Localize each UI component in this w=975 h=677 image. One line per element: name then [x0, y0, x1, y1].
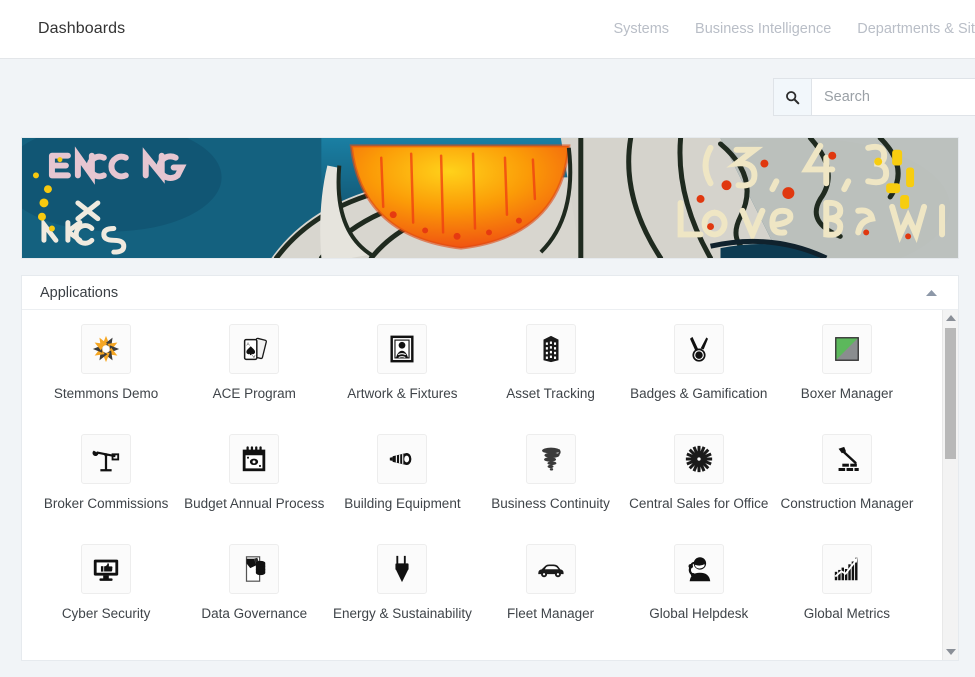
app-label: Fleet Manager — [507, 606, 595, 621]
search-input[interactable] — [812, 79, 975, 115]
app-label: Artwork & Fixtures — [347, 386, 458, 401]
search-row — [0, 59, 975, 132]
app-label: Budget Annual Process — [184, 496, 325, 511]
medal-icon — [673, 324, 724, 374]
app-label: Energy & Sustainability — [333, 606, 472, 621]
playing-cards-icon: A A — [229, 324, 280, 374]
app-tile-central-sales-for-office[interactable]: Central Sales for Office — [625, 434, 773, 544]
scroll-up-button[interactable] — [943, 310, 958, 326]
app-label: Cyber Security — [61, 606, 151, 621]
nav-item-systems[interactable]: Systems — [613, 21, 669, 37]
triangle-down-icon — [945, 649, 956, 655]
search-bar — [773, 78, 975, 116]
app-tile-business-continuity[interactable]: Business Continuity — [477, 434, 625, 544]
app-tile-data-governance[interactable]: Data Governance — [180, 544, 328, 654]
applications-grid: Stemmons Demo A A ACE Program Artwork & … — [22, 310, 939, 654]
app-tile-energy-and-sustainability[interactable]: Energy & Sustainability — [328, 544, 476, 654]
pinwheel-icon — [81, 324, 132, 374]
nav-item-departments-and-site[interactable]: Departments & Site — [857, 21, 975, 37]
car-icon — [525, 544, 576, 594]
app-label: Stemmons Demo — [53, 386, 159, 401]
page-title: Dashboards — [38, 20, 126, 37]
framed-painting-icon — [377, 324, 428, 374]
app-tile-badges-and-gamification[interactable]: Badges & Gamification — [625, 324, 773, 434]
scale-balance-icon — [81, 434, 132, 484]
app-label: Broker Commissions — [43, 496, 169, 511]
bar-chart-trend-icon — [821, 544, 872, 594]
app-label: Boxer Manager — [800, 386, 894, 401]
app-tile-global-metrics[interactable]: Global Metrics — [773, 544, 921, 654]
app-tile-fleet-manager[interactable]: Fleet Manager — [477, 544, 625, 654]
app-label: Data Governance — [201, 606, 308, 621]
app-label: Badges & Gamification — [630, 386, 768, 401]
collapse-panel-button[interactable] — [921, 285, 942, 301]
triangle-up-icon — [945, 315, 956, 321]
green-gray-square-icon — [821, 324, 872, 374]
app-tile-broker-commissions[interactable]: Broker Commissions — [32, 434, 180, 544]
applications-scroll-area[interactable]: Stemmons Demo A A ACE Program Artwork & … — [22, 310, 958, 660]
app-tile-boxer-manager[interactable]: Boxer Manager — [773, 324, 921, 434]
app-tile-stemmons-demo[interactable]: Stemmons Demo — [32, 324, 180, 434]
applications-title: Applications — [40, 284, 119, 301]
applications-card-header: Applications — [22, 276, 958, 310]
power-plug-icon — [377, 544, 428, 594]
gear-sunburst-icon — [673, 434, 724, 484]
duct-pipe-icon — [377, 434, 428, 484]
monitor-thumbsup-icon — [81, 544, 132, 594]
search-button[interactable] — [774, 79, 812, 115]
applications-scrollbar[interactable] — [942, 310, 958, 660]
tornado-icon — [525, 434, 576, 484]
app-label: ACE Program — [212, 386, 296, 401]
search-icon — [785, 90, 800, 105]
chevron-up-icon — [925, 284, 938, 301]
app-tile-construction-manager[interactable]: Construction Manager — [773, 434, 921, 544]
app-tile-global-helpdesk[interactable]: Global Helpdesk — [625, 544, 773, 654]
app-label: Global Metrics — [803, 606, 891, 621]
banner-artwork — [22, 138, 958, 258]
app-label: Building Equipment — [344, 496, 461, 511]
app-label: Asset Tracking — [506, 386, 595, 401]
app-label: Business Continuity — [491, 496, 610, 511]
app-tile-budget-annual-process[interactable]: Budget Annual Process — [180, 434, 328, 544]
calendar-money-icon — [229, 434, 280, 484]
hammer-bricks-icon — [821, 434, 872, 484]
headset-agent-icon — [673, 544, 724, 594]
hero-banner-image — [21, 137, 959, 259]
app-tile-artwork-and-fixtures[interactable]: Artwork & Fixtures — [328, 324, 476, 434]
scroll-down-button[interactable] — [943, 644, 958, 660]
app-tile-asset-tracking[interactable]: Asset Tracking — [477, 324, 625, 434]
app-tile-building-equipment[interactable]: Building Equipment — [328, 434, 476, 544]
top-header-bar: Dashboards Systems Business Intelligence… — [0, 0, 975, 59]
applications-card: Applications Stemmons Demo A A ACE Progr… — [21, 275, 959, 661]
app-label: Global Helpdesk — [649, 606, 749, 621]
app-tile-ace-program[interactable]: A A ACE Program — [180, 324, 328, 434]
app-label: Construction Manager — [780, 496, 914, 511]
document-database-icon — [229, 544, 280, 594]
building-icon — [525, 324, 576, 374]
scrollbar-thumb[interactable] — [945, 328, 956, 459]
app-tile-cyber-security[interactable]: Cyber Security — [32, 544, 180, 654]
primary-navigation: Systems Business Intelligence Department… — [613, 0, 975, 58]
app-label: Central Sales for Office — [629, 496, 769, 511]
nav-item-business-intelligence[interactable]: Business Intelligence — [695, 21, 831, 37]
